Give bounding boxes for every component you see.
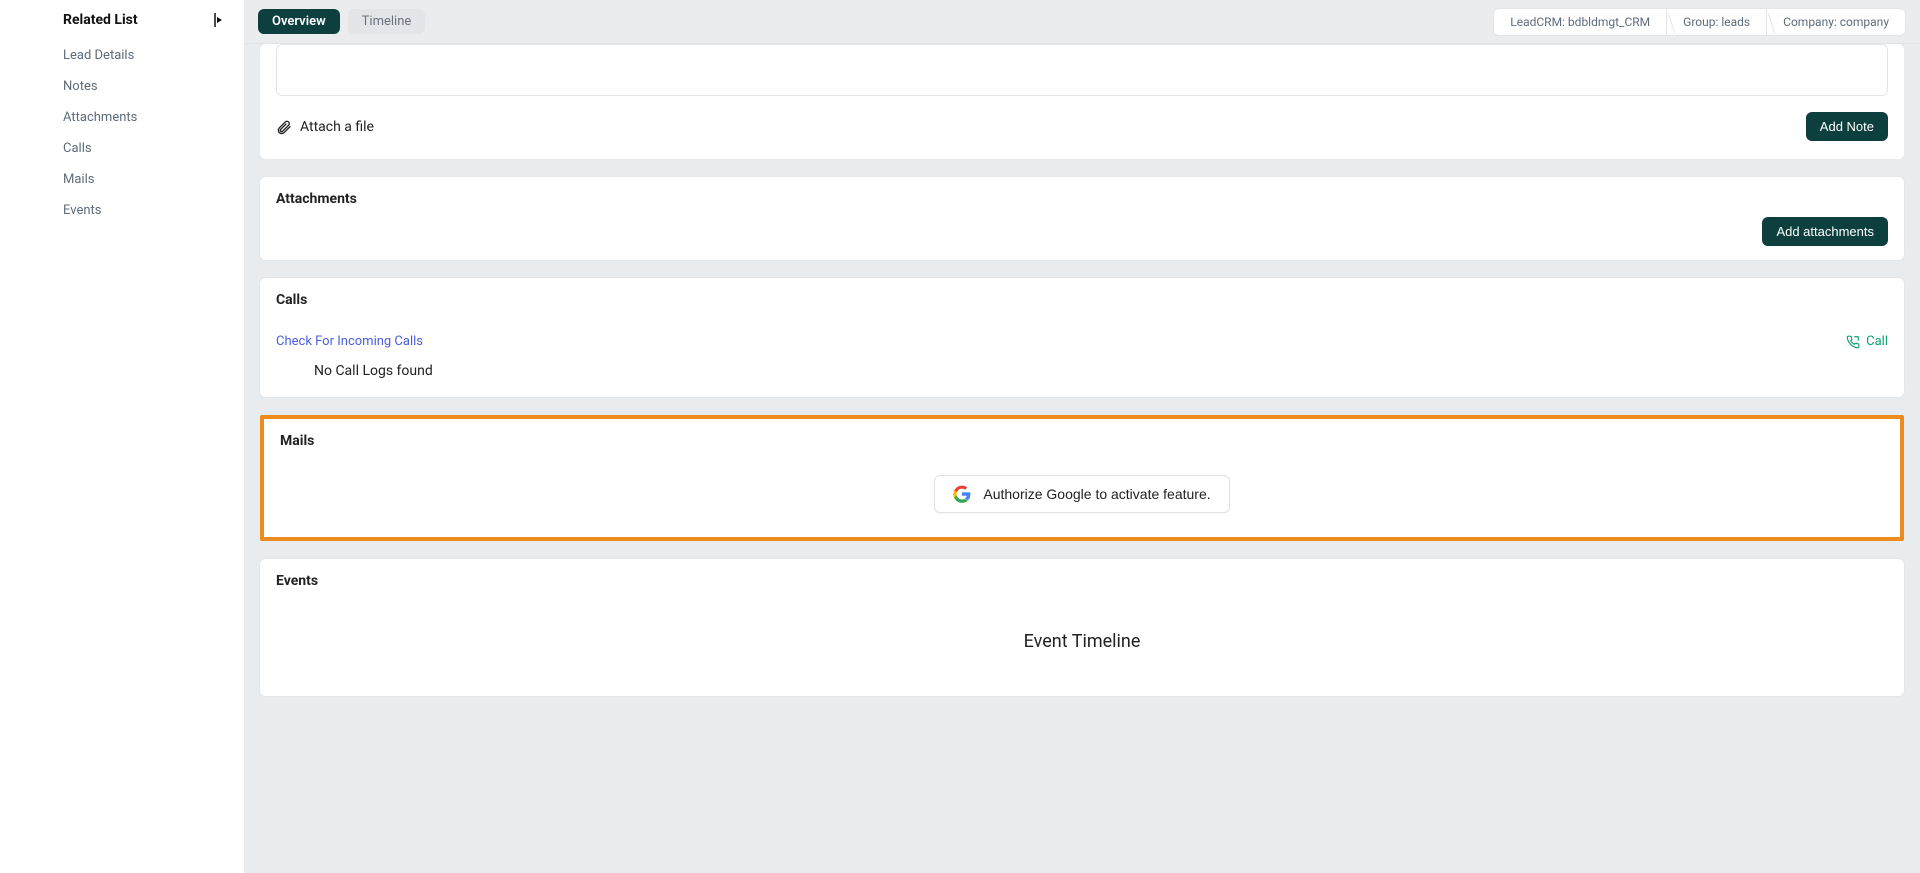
sidebar: Related List Lead Details Notes Attachme… — [0, 0, 244, 873]
sidebar-item-label: Events — [63, 203, 101, 218]
attachments-card: Attachments Add attachments — [260, 177, 1904, 260]
sidebar-item-attachments[interactable]: Attachments — [0, 102, 244, 133]
events-card: Events Event Timeline — [260, 559, 1904, 696]
add-attachments-button[interactable]: Add attachments — [1762, 217, 1888, 246]
sidebar-item-events[interactable]: Events — [0, 195, 244, 226]
attachments-title: Attachments — [276, 191, 1888, 207]
sidebar-item-label: Calls — [63, 141, 92, 156]
breadcrumb-crm[interactable]: LeadCRM: bdbldmgt_CRM — [1494, 9, 1666, 35]
authorize-google-button[interactable]: Authorize Google to activate feature. — [934, 475, 1229, 513]
sidebar-item-notes[interactable]: Notes — [0, 71, 244, 102]
sidebar-item-mails[interactable]: Mails — [0, 164, 244, 195]
notes-actions-row: Attach a file Add Note — [276, 112, 1888, 141]
authorize-google-label: Authorize Google to activate feature. — [983, 486, 1210, 502]
call-button[interactable]: Call — [1846, 334, 1888, 349]
breadcrumb: LeadCRM: bdbldmgt_CRM Group: leads Compa… — [1493, 8, 1906, 36]
breadcrumb-company[interactable]: Company: company — [1766, 9, 1905, 35]
sidebar-header: Related List — [0, 12, 244, 34]
mails-highlight-frame: Mails Authorize Google to activate featu… — [260, 415, 1904, 541]
sidebar-title: Related List — [63, 12, 138, 28]
breadcrumb-group[interactable]: Group: leads — [1666, 9, 1766, 35]
events-title: Events — [276, 573, 1888, 589]
calls-title: Calls — [276, 292, 1888, 308]
sidebar-item-lead-details[interactable]: Lead Details — [0, 40, 244, 71]
phone-icon — [1846, 335, 1860, 349]
sidebar-item-label: Attachments — [63, 110, 137, 125]
tab-label: Timeline — [362, 14, 412, 29]
sidebar-collapse-icon[interactable] — [214, 13, 226, 27]
calls-card: Calls Check For Incoming Calls Call No C… — [260, 278, 1904, 397]
sidebar-item-label: Mails — [63, 172, 94, 187]
add-note-button[interactable]: Add Note — [1806, 112, 1888, 141]
tabs: Overview Timeline — [258, 9, 425, 34]
tab-timeline[interactable]: Timeline — [348, 9, 426, 34]
mails-title: Mails — [280, 433, 1884, 449]
breadcrumb-label: Group: leads — [1683, 15, 1750, 29]
breadcrumb-label: Company: company — [1783, 15, 1889, 29]
paperclip-icon — [276, 119, 292, 135]
sidebar-item-label: Lead Details — [63, 48, 134, 63]
content: Attach a file Add Note Attachments Add a… — [244, 44, 1920, 873]
check-incoming-calls-link[interactable]: Check For Incoming Calls — [276, 334, 423, 349]
mails-card: Mails Authorize Google to activate featu… — [264, 419, 1900, 537]
tab-overview[interactable]: Overview — [258, 9, 340, 34]
calls-empty-text: No Call Logs found — [276, 349, 1888, 383]
sidebar-item-calls[interactable]: Calls — [0, 133, 244, 164]
sidebar-item-label: Notes — [63, 79, 98, 94]
attach-file-button[interactable]: Attach a file — [276, 119, 374, 135]
main: Overview Timeline LeadCRM: bdbldmgt_CRM … — [244, 0, 1920, 873]
call-button-label: Call — [1866, 334, 1888, 349]
events-body: Event Timeline — [276, 589, 1888, 682]
note-textarea[interactable] — [276, 44, 1888, 96]
google-icon — [953, 485, 971, 503]
attach-file-label: Attach a file — [300, 119, 374, 135]
tab-label: Overview — [272, 14, 326, 29]
breadcrumb-label: LeadCRM: bdbldmgt_CRM — [1510, 15, 1650, 29]
notes-card: Attach a file Add Note — [260, 44, 1904, 159]
topbar: Overview Timeline LeadCRM: bdbldmgt_CRM … — [244, 0, 1920, 44]
sidebar-items: Lead Details Notes Attachments Calls Mai… — [0, 34, 244, 226]
